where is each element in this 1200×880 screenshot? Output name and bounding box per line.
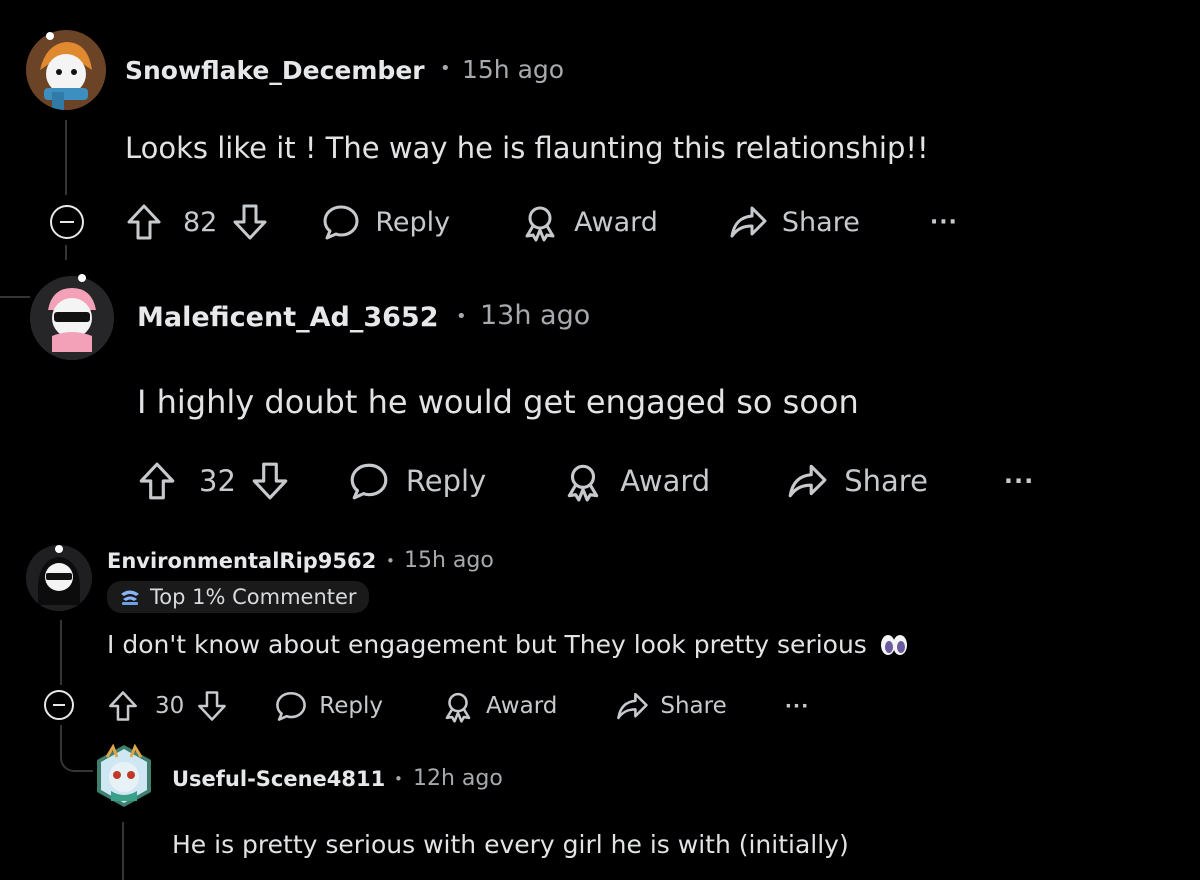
share-arrow-icon [730, 206, 767, 238]
comment-body: I don't know about engagement but They l… [107, 630, 909, 659]
commenter-badge-icon [121, 590, 139, 605]
vote-count: 82 [183, 206, 218, 238]
award-button[interactable]: Award [441, 689, 557, 723]
award-ribbon-icon [525, 206, 555, 242]
speech-bubble-icon [323, 205, 359, 240]
comment-actions: 82 Reply Award Share ··· [125, 200, 958, 244]
share-label: Share [844, 464, 928, 498]
award-ribbon-icon [568, 464, 599, 502]
comment-body: Looks like it ! The way he is flaunting … [125, 131, 929, 165]
upvote-button[interactable] [125, 202, 163, 242]
more-options-icon[interactable]: ··· [1004, 467, 1034, 495]
snoo-hoodie-avatar-icon [26, 545, 92, 611]
comment-username[interactable]: Maleficent_Ad_3652 [137, 302, 438, 333]
award-label: Award [620, 464, 711, 498]
minus-icon [53, 703, 65, 707]
comment-actions: 32 Reply Award Share ··· [137, 458, 1034, 504]
upvote-arrow-icon [109, 691, 137, 721]
thread-line [122, 822, 124, 880]
comment-actions: 30 Reply Award Share ··· [107, 688, 809, 724]
dragon-avatar-icon [97, 743, 151, 807]
online-indicator [55, 545, 63, 553]
award-label: Award [574, 206, 658, 238]
vote-count: 30 [155, 693, 185, 719]
award-label: Award [485, 693, 558, 719]
downvote-button[interactable] [250, 460, 290, 502]
online-indicator [46, 32, 54, 40]
comment-username[interactable]: Snowflake_December [125, 56, 425, 85]
badge-label: Top 1% Commenter [150, 585, 357, 609]
comment-body-text: I don't know about engagement but They l… [107, 630, 867, 659]
reply-label: Reply [405, 464, 487, 498]
reply-label: Reply [319, 693, 383, 719]
reply-button[interactable]: Reply [274, 689, 383, 723]
vote-count: 32 [199, 464, 236, 498]
meta-separator: • [440, 58, 451, 79]
upvote-arrow-icon [139, 462, 175, 500]
comment-username[interactable]: EnvironmentalRip9562 [107, 549, 376, 573]
award-button[interactable]: Award [562, 460, 710, 502]
downvote-button[interactable] [231, 202, 269, 242]
share-arrow-icon [788, 464, 827, 498]
comment-body: I highly doubt he would get engaged so s… [137, 383, 859, 421]
collapse-thread-button[interactable] [50, 205, 84, 239]
snowman-avatar-icon [26, 30, 106, 110]
user-flair-badge: Top 1% Commenter [107, 581, 369, 613]
comment-body: He is pretty serious with every girl he … [172, 830, 849, 859]
share-arrow-icon [617, 692, 649, 720]
snoo-sunglasses-avatar-icon [30, 276, 114, 360]
more-options-icon[interactable]: ··· [930, 210, 958, 235]
upvote-arrow-icon [127, 204, 161, 240]
thread-line [65, 120, 67, 195]
downvote-arrow-icon [198, 691, 227, 721]
award-button[interactable]: Award [520, 202, 658, 242]
thread-connector [0, 278, 30, 298]
reply-button[interactable]: Reply [321, 202, 450, 242]
downvote-button[interactable] [196, 689, 228, 723]
share-label: Share [781, 206, 860, 238]
share-button[interactable]: Share [728, 202, 860, 242]
upvote-button[interactable] [107, 689, 139, 723]
avatar[interactable] [26, 30, 106, 110]
comment-timestamp[interactable]: 12h ago [413, 766, 503, 791]
meta-separator: • [386, 552, 395, 570]
minus-icon [60, 220, 74, 224]
share-button[interactable]: Share [615, 689, 727, 723]
avatar[interactable] [93, 743, 155, 809]
online-indicator [78, 274, 86, 282]
eyes-emoji-icon [880, 634, 907, 655]
comment-username[interactable]: Useful-Scene4811 [172, 767, 385, 791]
speech-bubble-icon [350, 463, 388, 500]
comment-timestamp[interactable]: 13h ago [480, 300, 590, 331]
award-ribbon-icon [445, 692, 471, 723]
share-button[interactable]: Share [786, 460, 928, 502]
avatar[interactable] [30, 276, 114, 360]
downvote-arrow-icon [252, 462, 288, 500]
collapse-thread-button[interactable] [44, 690, 74, 720]
comment-timestamp[interactable]: 15h ago [404, 548, 494, 573]
thread-line [65, 245, 67, 260]
comment-timestamp[interactable]: 15h ago [462, 55, 564, 84]
more-options-icon[interactable]: ··· [785, 695, 810, 717]
thread-line [60, 620, 62, 685]
meta-separator: • [456, 306, 467, 327]
speech-bubble-icon [276, 691, 307, 721]
share-label: Share [660, 693, 727, 719]
avatar[interactable] [26, 545, 92, 611]
reply-button[interactable]: Reply [348, 460, 486, 502]
downvote-arrow-icon [233, 204, 267, 240]
reply-label: Reply [375, 206, 451, 238]
meta-separator: • [394, 770, 403, 788]
upvote-button[interactable] [137, 460, 177, 502]
